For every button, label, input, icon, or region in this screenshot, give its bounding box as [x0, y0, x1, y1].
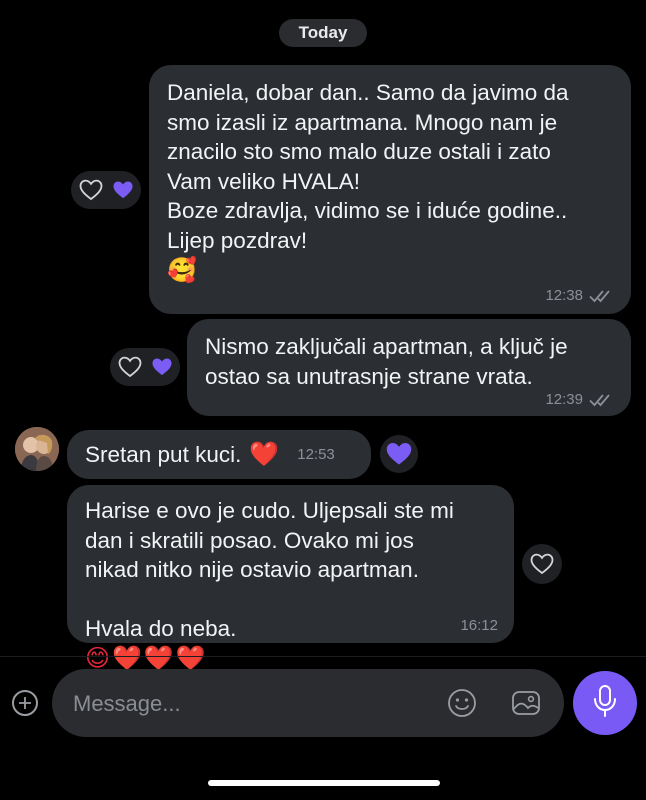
message-text: Harise e ovo je cudo. Uljepsali ste mi d… [85, 498, 454, 582]
voice-record-button[interactable] [573, 671, 637, 735]
date-separator: Today [279, 19, 367, 47]
message-text: Sretan put kuci. [85, 441, 242, 467]
add-attachment-button[interactable] [12, 690, 38, 716]
message-emojis: 😊❤️❤️❤️ [85, 644, 208, 672]
message-time: 12:38 [545, 287, 583, 304]
contact-avatar[interactable] [15, 427, 59, 471]
message-time: 12:53 [297, 446, 335, 463]
message-last-line: Hvala do neba. 😊❤️❤️❤️ [85, 585, 496, 674]
home-indicator [208, 780, 440, 786]
message-input[interactable]: Message... [73, 691, 181, 717]
message-time: 12:39 [545, 391, 583, 408]
purple-heart-icon[interactable] [151, 357, 173, 377]
message-composer[interactable]: Message... [52, 669, 564, 737]
microphone-icon [590, 684, 620, 723]
heart-outline-icon[interactable] [79, 179, 103, 201]
emoji-icon[interactable] [446, 687, 478, 724]
purple-heart-icon[interactable] [112, 180, 134, 200]
message-meta: 12:38 [545, 287, 615, 304]
gallery-icon[interactable] [510, 687, 542, 724]
message-reaction[interactable] [380, 435, 418, 473]
outgoing-message-bubble[interactable]: Daniela, dobar dan.. Samo da javimo da s… [149, 65, 631, 314]
message-emoji: ❤️ [249, 440, 280, 468]
read-checks-icon [589, 393, 610, 406]
outgoing-message-bubble[interactable]: Nismo zaključali apartman, a ključ je os… [187, 319, 631, 416]
reaction-bar[interactable] [71, 171, 141, 209]
reaction-bar[interactable] [110, 348, 180, 386]
message-meta: 16:12 [460, 617, 498, 634]
react-button[interactable] [522, 544, 562, 584]
message-meta: 12:39 [545, 391, 615, 408]
message-time: 16:12 [460, 617, 498, 634]
purple-heart-icon [385, 441, 413, 467]
incoming-message-bubble[interactable]: Sretan put kuci. ❤️ 12:53 [67, 430, 371, 479]
composer-divider [0, 656, 646, 657]
message-text: Daniela, dobar dan.. Samo da javimo da s… [167, 80, 569, 253]
incoming-message-bubble[interactable]: Harise e ovo je cudo. Uljepsali ste mi d… [67, 485, 514, 672]
read-checks-icon [589, 289, 610, 302]
message-emoji: 🥰 [167, 257, 197, 284]
message-text: Hvala do neba. [85, 616, 237, 641]
heart-outline-icon [530, 553, 554, 575]
message-text: Nismo zaključali apartman, a ključ je os… [205, 334, 568, 389]
heart-outline-icon[interactable] [118, 356, 142, 378]
